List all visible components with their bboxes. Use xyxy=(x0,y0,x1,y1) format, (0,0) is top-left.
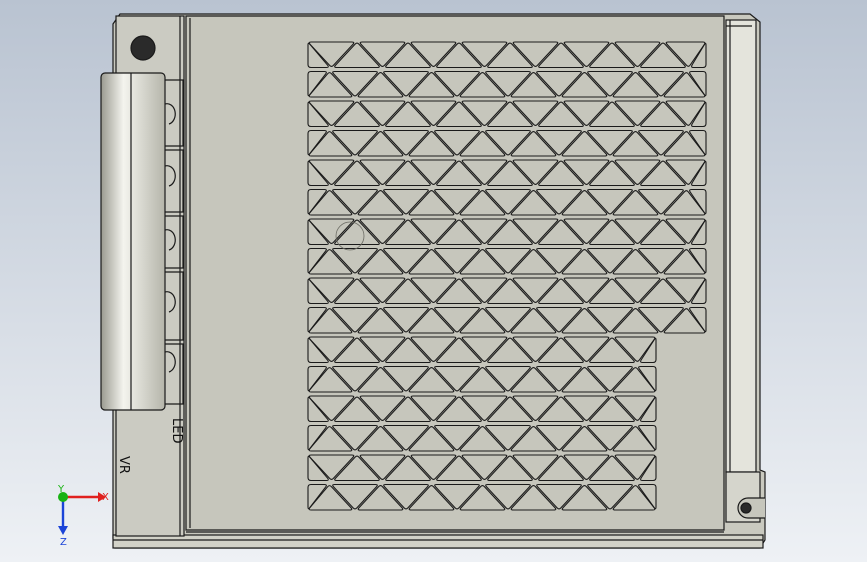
power-supply-model[interactable] xyxy=(100,13,766,549)
triad-y-label: Y xyxy=(57,484,65,495)
led-label: LED xyxy=(169,418,184,443)
cad-viewport[interactable]: LED VR X Y Z xyxy=(0,0,867,562)
triad-x-label: X xyxy=(102,492,109,503)
triad-z-label: Z xyxy=(60,537,67,548)
terminal-cover[interactable] xyxy=(100,72,166,411)
vr-label: VR xyxy=(116,456,131,474)
mounting-hole-icon xyxy=(130,35,156,61)
top-cover-panel[interactable] xyxy=(185,15,725,531)
base-plate xyxy=(112,534,764,549)
